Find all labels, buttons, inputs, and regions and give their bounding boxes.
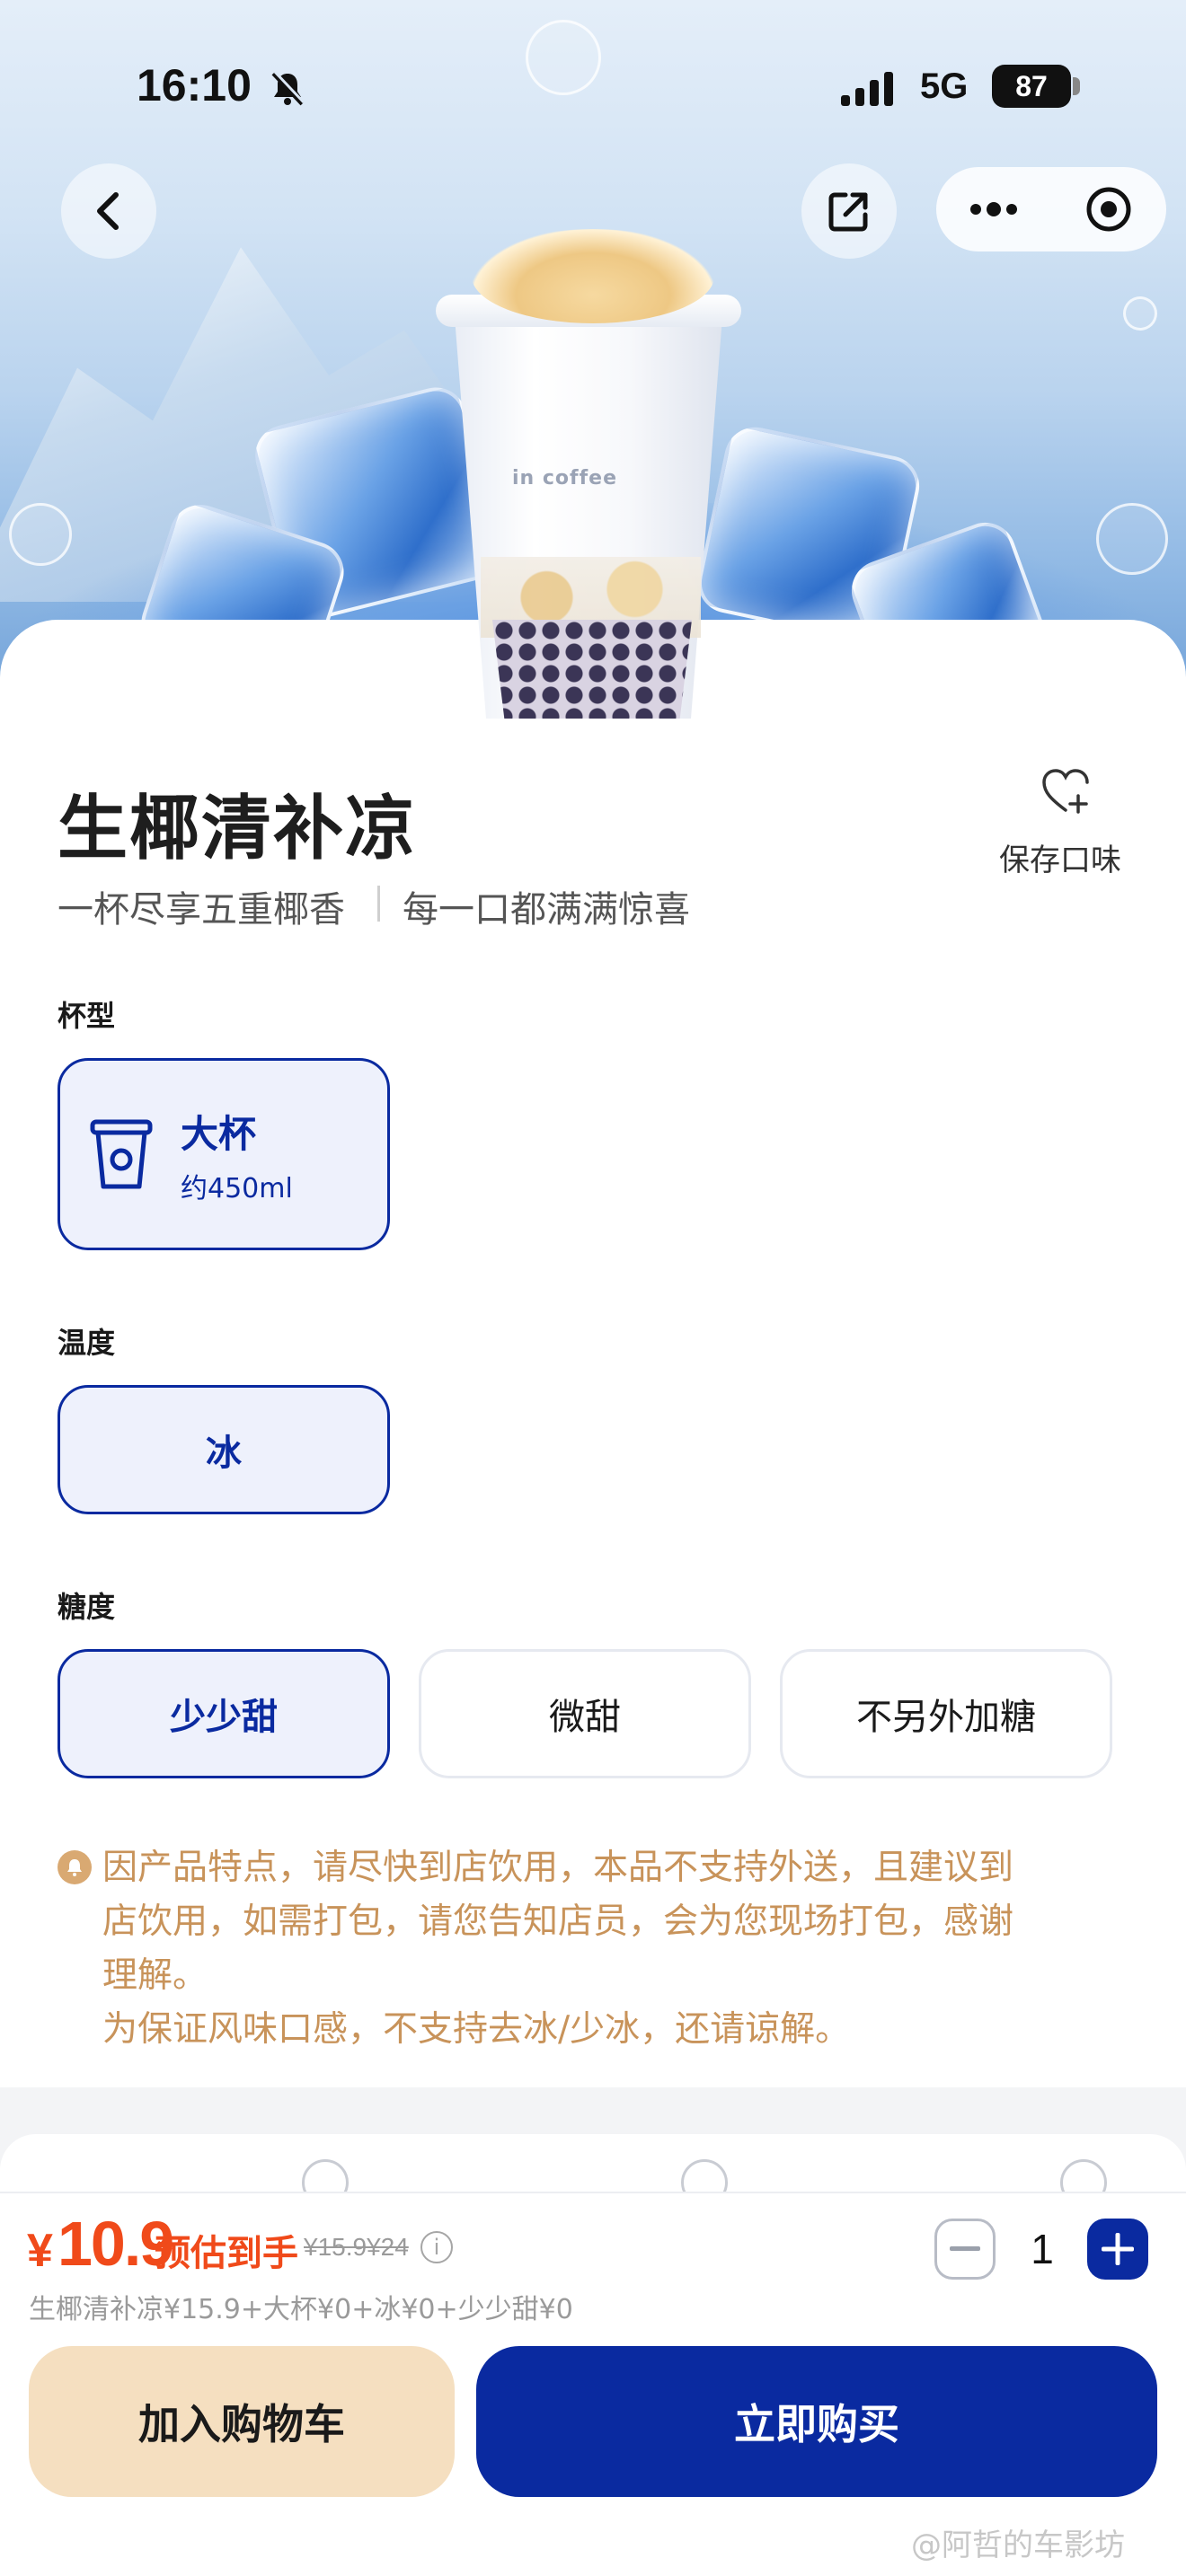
watermark: @阿哲的车影坊 [911, 2527, 1125, 2563]
mini-program-capsule [936, 167, 1166, 251]
notice-line-4: 为保证风味口感，不支持去冰/少冰，还请谅解。 [102, 2009, 851, 2050]
battery-tip [1073, 77, 1080, 95]
share-icon [828, 192, 868, 232]
sweetness-option-none[interactable]: 不另外加糖 [780, 1649, 1112, 1778]
status-time: 16:10 [137, 60, 252, 110]
product-tagline-left: 一杯尽享五重椰香 [58, 889, 345, 931]
cup-size-option-large[interactable]: 大杯 约450ml [58, 1058, 390, 1250]
sweetness-label: 糖度 [58, 1590, 116, 1624]
network-type: 5G [920, 66, 969, 106]
price-estimate-label: 预估到手 [155, 2233, 298, 2274]
plus-icon [1102, 2233, 1134, 2265]
cup-icon [90, 1119, 153, 1189]
bubble-decoration [526, 20, 601, 95]
sweetness-option-little[interactable]: 少少甜 [58, 1649, 390, 1778]
notice-line-2: 店饮用，如需打包，请您告知店员，会为您现场打包，感谢 [102, 1901, 1014, 1942]
more-icon [970, 202, 1017, 216]
quantity-decrease-button[interactable] [934, 2219, 996, 2280]
back-button[interactable] [61, 163, 156, 259]
cup-size-label: 杯型 [58, 999, 116, 1033]
bell-icon [58, 1850, 92, 1884]
bubble-decoration [1123, 296, 1157, 331]
notice-line-3: 理解。 [102, 1955, 208, 1996]
battery-indicator: 87 [992, 65, 1071, 108]
share-button[interactable] [801, 163, 897, 259]
sweetness-option-slight[interactable]: 微甜 [419, 1649, 751, 1778]
minus-icon [950, 2246, 980, 2251]
buy-now-button[interactable]: 立即购买 [476, 2346, 1157, 2497]
add-to-cart-button[interactable]: 加入购物车 [29, 2346, 455, 2497]
close-mini-program-button[interactable] [1051, 167, 1166, 251]
temperature-label: 温度 [58, 1326, 116, 1360]
save-flavor-button[interactable]: 保存口味 [999, 835, 1121, 879]
back-icon [97, 192, 119, 230]
price-original: ¥15.9¥24 [304, 2233, 409, 2261]
quantity-increase-button[interactable] [1087, 2219, 1148, 2280]
price-breakdown: 生椰清补凉¥15.9+大杯¥0+冰¥0+少少甜¥0 [29, 2294, 573, 2325]
cup-sago-layer [492, 620, 692, 719]
more-button[interactable] [936, 167, 1051, 251]
cup-brand-text: in coffee [512, 467, 618, 490]
cup-topping [472, 229, 714, 323]
info-icon[interactable]: i [420, 2231, 453, 2263]
target-icon [1086, 187, 1131, 232]
signal-icon [841, 72, 893, 106]
cup-size-name: 大杯 [181, 1111, 257, 1156]
tagline-divider [377, 886, 380, 922]
bell-muted-icon [271, 70, 305, 106]
quantity-value: 1 [1031, 2226, 1054, 2272]
product-tagline-right: 每一口都满满惊喜 [403, 889, 690, 931]
cup-size-volume: 约450ml [181, 1172, 293, 1204]
heart-plus-icon[interactable] [1039, 765, 1093, 816]
price-currency: ¥ [27, 2225, 53, 2277]
temperature-option-ice[interactable]: 冰 [58, 1385, 390, 1514]
notice-line-1: 因产品特点，请尽快到店饮用，本品不支持外送，且建议到 [102, 1848, 1014, 1888]
product-title: 生椰清补凉 [58, 789, 418, 869]
